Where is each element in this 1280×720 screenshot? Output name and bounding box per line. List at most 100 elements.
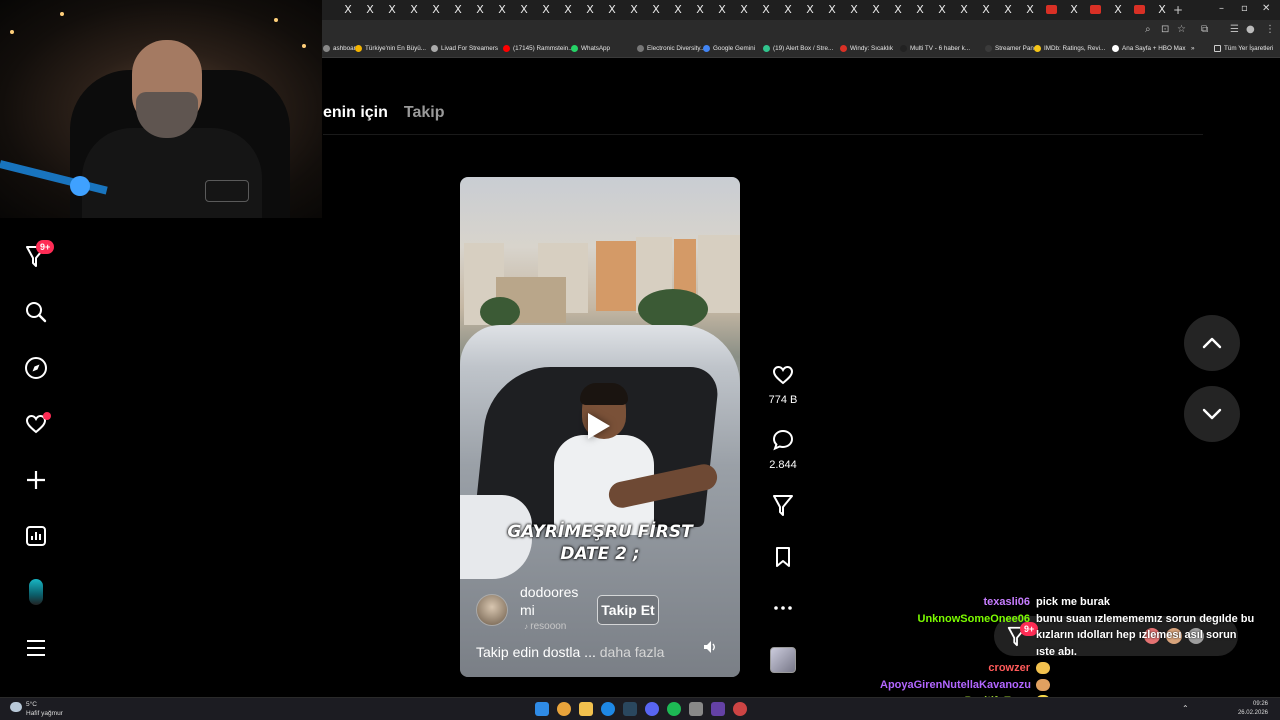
clock-date[interactable]: 26.02.2026: [1228, 710, 1268, 716]
youtube-tab-favicon-icon[interactable]: [1134, 5, 1145, 14]
minimize-button[interactable]: –: [1219, 3, 1224, 14]
youtube-tab-favicon-icon[interactable]: [1090, 5, 1101, 14]
tab-following[interactable]: Takip: [404, 104, 445, 122]
tab-close-icon[interactable]: X: [584, 3, 596, 17]
bookmark-item[interactable]: Windy: Sıcaklık: [840, 45, 893, 52]
sidebar-item-messages[interactable]: 9+: [18, 238, 55, 274]
extensions-icon[interactable]: ⧉: [1201, 24, 1208, 35]
tab-close-icon[interactable]: X: [782, 3, 794, 17]
bookmark-item[interactable]: Multi TV - 6 haber k...: [900, 45, 970, 52]
app-icon[interactable]: [601, 702, 615, 716]
bookmark-item[interactable]: Electronic Diversity...: [637, 45, 705, 52]
start-icon[interactable]: [535, 702, 549, 716]
tab-close-icon[interactable]: X: [430, 3, 442, 17]
comment-action[interactable]: 2.844: [762, 428, 804, 471]
star-icon[interactable]: ☆: [1177, 24, 1186, 35]
follow-button[interactable]: Takip Et: [597, 595, 659, 625]
tab-close-icon[interactable]: X: [518, 3, 530, 17]
tab-close-icon[interactable]: X: [628, 3, 640, 17]
tab-close-icon[interactable]: X: [650, 3, 662, 17]
like-action[interactable]: 774 B: [762, 363, 804, 406]
tab-close-icon[interactable]: X: [892, 3, 904, 17]
tab-close-icon[interactable]: X: [408, 3, 420, 17]
bookmark-item[interactable]: (19) Alert Box / Stre...: [763, 45, 833, 52]
bookmark-item[interactable]: ashboard: [323, 45, 359, 52]
bookmark-item[interactable]: Livad For Streamers: [431, 45, 498, 52]
bookmark-item[interactable]: IMDb: Ratings, Revi...: [1034, 45, 1105, 52]
creator-username[interactable]: dodoores mi: [520, 583, 586, 619]
next-video-button[interactable]: [1184, 386, 1240, 442]
tab-close-icon[interactable]: X: [540, 3, 552, 17]
bookmark-item[interactable]: Streamer Panel: [985, 45, 1039, 52]
chrome-icon[interactable]: [557, 702, 571, 716]
sidebar-item-more[interactable]: [18, 630, 54, 666]
tab-close-icon[interactable]: X: [848, 3, 860, 17]
file-explorer-icon[interactable]: [579, 702, 593, 716]
tab-close-icon[interactable]: X: [1112, 3, 1124, 17]
previous-video-button[interactable]: [1184, 315, 1240, 371]
sidebar-item-search[interactable]: [18, 294, 54, 330]
app-icon[interactable]: [689, 702, 703, 716]
sidebar-item-activity[interactable]: [18, 406, 54, 442]
tray-chevron-icon[interactable]: ⌃: [1182, 704, 1189, 713]
tab-close-icon[interactable]: X: [1068, 3, 1080, 17]
bookmark-item[interactable]: Ana Sayfa + HBO Max: [1112, 45, 1186, 52]
youtube-tab-favicon-icon[interactable]: [1046, 5, 1057, 14]
sidebar-item-analytics[interactable]: [18, 518, 54, 554]
tab-close-icon[interactable]: X: [386, 3, 398, 17]
bookmark-item[interactable]: (17145) Rammstein...: [503, 45, 574, 52]
sidebar-icon[interactable]: ☰: [1230, 24, 1239, 35]
tab-close-icon[interactable]: X: [980, 3, 992, 17]
bookmarks-overflow-button[interactable]: »: [1191, 45, 1195, 52]
tab-close-icon[interactable]: X: [738, 3, 750, 17]
discord-icon[interactable]: [645, 702, 659, 716]
tab-close-icon[interactable]: X: [760, 3, 772, 17]
bookmark-item[interactable]: Türkiye'nin En Büyü...: [355, 45, 426, 52]
tab-for-you[interactable]: enin için: [323, 104, 388, 122]
zoom-icon[interactable]: ⌕: [1145, 24, 1151, 35]
bookmark-item[interactable]: WhatsApp: [571, 45, 610, 52]
tab-close-icon[interactable]: X: [496, 3, 508, 17]
steam-icon[interactable]: [623, 702, 637, 716]
sidebar-item-upload[interactable]: [18, 462, 54, 498]
tab-close-icon[interactable]: X: [826, 3, 838, 17]
tab-close-icon[interactable]: X: [1002, 3, 1014, 17]
tab-close-icon[interactable]: X: [958, 3, 970, 17]
more-action[interactable]: [762, 598, 804, 623]
sidebar-item-profile[interactable]: [18, 574, 54, 610]
bookmark-action[interactable]: [762, 545, 804, 574]
spotify-icon[interactable]: [667, 702, 681, 716]
maximize-button[interactable]: ▫: [1241, 3, 1248, 14]
tab-close-icon[interactable]: X: [1024, 3, 1036, 17]
app-icon[interactable]: [733, 702, 747, 716]
tab-close-icon[interactable]: X: [716, 3, 728, 17]
close-window-button[interactable]: ✕: [1262, 3, 1270, 14]
tab-close-icon[interactable]: X: [914, 3, 926, 17]
play-icon[interactable]: [588, 413, 610, 439]
tab-close-icon[interactable]: X: [474, 3, 486, 17]
sound-thumbnail[interactable]: [770, 647, 796, 673]
tab-close-icon[interactable]: X: [804, 3, 816, 17]
new-tab-button[interactable]: +: [1173, 3, 1183, 17]
tab-close-icon[interactable]: X: [936, 3, 948, 17]
tab-close-icon[interactable]: X: [364, 3, 376, 17]
menu-icon[interactable]: ⋮: [1265, 24, 1275, 35]
tab-close-icon[interactable]: X: [672, 3, 684, 17]
all-bookmarks-button[interactable]: Tüm Yer İşaretleri: [1214, 45, 1273, 52]
profile-icon[interactable]: ●: [1246, 24, 1255, 35]
sidebar-item-explore[interactable]: [18, 350, 54, 386]
tab-close-icon[interactable]: X: [452, 3, 464, 17]
clock-time[interactable]: 09:26: [1228, 701, 1268, 707]
tab-close-icon[interactable]: X: [870, 3, 882, 17]
creator-avatar[interactable]: [476, 594, 508, 626]
tab-close-icon[interactable]: X: [562, 3, 574, 17]
share-action[interactable]: [762, 493, 804, 522]
install-icon[interactable]: ⊡: [1161, 24, 1169, 35]
tab-close-icon[interactable]: X: [694, 3, 706, 17]
tab-close-icon[interactable]: X: [1156, 3, 1168, 17]
show-more-link[interactable]: daha fazla: [600, 644, 665, 660]
bookmark-item[interactable]: Google Gemini: [703, 45, 755, 52]
obs-icon[interactable]: [711, 702, 725, 716]
speaker-icon[interactable]: [702, 639, 718, 655]
tab-close-icon[interactable]: X: [342, 3, 354, 17]
